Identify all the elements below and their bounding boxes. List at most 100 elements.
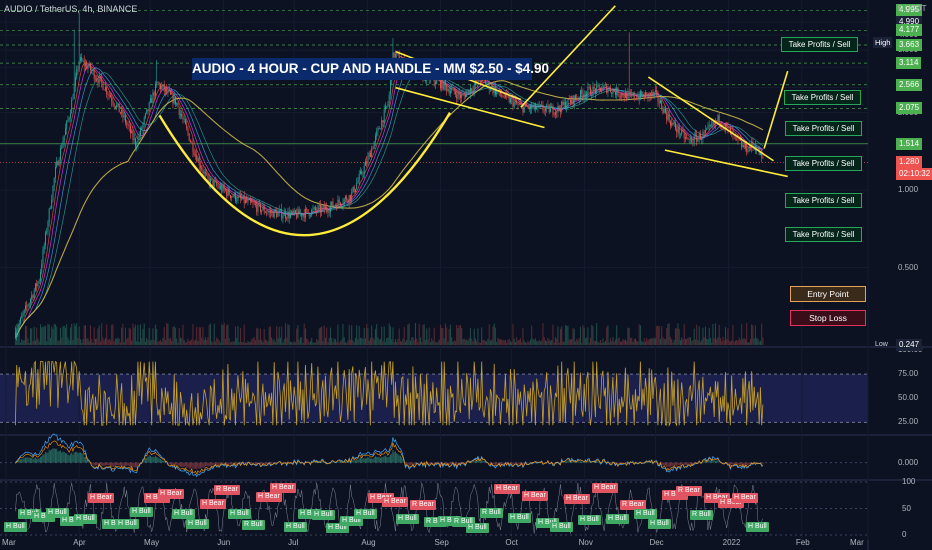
osc-bar bbox=[34, 457, 36, 463]
osc-bar bbox=[373, 457, 375, 463]
volume-bar bbox=[404, 341, 406, 345]
divergence-chip: H Bear bbox=[564, 494, 590, 505]
osc-bar bbox=[63, 451, 65, 463]
candle-body bbox=[393, 52, 395, 58]
osc-bar bbox=[358, 458, 360, 463]
candle-body bbox=[47, 222, 49, 232]
candle-body bbox=[254, 203, 256, 206]
volume-bar bbox=[398, 328, 400, 345]
divergence-chip: H Bull bbox=[172, 509, 195, 519]
volume-bar bbox=[106, 324, 108, 345]
volume-bar bbox=[734, 340, 736, 345]
volume-bar bbox=[274, 342, 276, 345]
divergence-chip: H Bear bbox=[592, 482, 618, 493]
volume-bar bbox=[652, 338, 654, 345]
volume-bar bbox=[276, 326, 278, 345]
osc-bar bbox=[151, 457, 153, 463]
candle-body bbox=[56, 161, 58, 167]
volume-bar bbox=[344, 342, 346, 345]
candle-body bbox=[152, 92, 154, 103]
volume-bar bbox=[722, 337, 724, 345]
candle-body bbox=[343, 198, 345, 204]
candle-body bbox=[162, 85, 164, 87]
osc-bar bbox=[56, 448, 58, 463]
volume-bar bbox=[256, 327, 258, 345]
volume-bar bbox=[207, 337, 209, 345]
osc-bar bbox=[79, 452, 81, 463]
volume-bar bbox=[411, 337, 413, 345]
volume-bar bbox=[253, 337, 255, 345]
osc-bar bbox=[402, 458, 404, 463]
volume-bar bbox=[199, 327, 201, 345]
volume-bar bbox=[568, 339, 570, 345]
candle-body bbox=[742, 144, 744, 148]
volume-bar bbox=[363, 327, 365, 345]
divergence-chip: H Bull bbox=[508, 512, 531, 523]
volume-bar bbox=[114, 338, 116, 345]
volume-bar bbox=[583, 327, 585, 345]
candle-body bbox=[694, 134, 696, 136]
candle-body bbox=[26, 305, 28, 307]
volume-bar bbox=[57, 340, 59, 345]
volume-bar bbox=[203, 339, 205, 345]
candle-body bbox=[657, 92, 659, 102]
candle-body bbox=[147, 109, 149, 111]
osc-bar bbox=[689, 462, 691, 465]
osc-bar bbox=[566, 461, 568, 463]
volume-bar bbox=[429, 342, 431, 345]
volume-bar bbox=[76, 323, 78, 345]
volume-bar bbox=[651, 338, 653, 345]
osc-bar bbox=[212, 462, 214, 466]
candle-body bbox=[113, 103, 115, 107]
volume-bar bbox=[377, 337, 379, 345]
month-tick-label: Jun bbox=[217, 538, 231, 547]
osc-bar bbox=[497, 462, 499, 464]
volume-bar bbox=[384, 342, 386, 345]
osc-bar bbox=[157, 457, 159, 463]
candle-body bbox=[273, 209, 275, 218]
volume-bar bbox=[424, 340, 426, 345]
volume-bar bbox=[667, 323, 669, 345]
volume-bar bbox=[757, 338, 759, 345]
osc-bar bbox=[122, 462, 124, 466]
candle-body bbox=[708, 124, 710, 127]
volume-bar bbox=[681, 337, 683, 345]
volume-bar bbox=[386, 338, 388, 345]
osc-bar bbox=[207, 462, 209, 467]
candle-body bbox=[314, 207, 316, 211]
volume-bar bbox=[414, 323, 416, 345]
candle-body bbox=[267, 212, 269, 213]
candle-body bbox=[38, 280, 40, 282]
volume-bar bbox=[284, 323, 286, 345]
volume-bar bbox=[362, 338, 364, 345]
volume-bar bbox=[394, 339, 396, 345]
candle-body bbox=[258, 202, 260, 204]
candle-body bbox=[102, 82, 104, 90]
div-tick-label: 100 bbox=[902, 477, 916, 486]
volume-bar bbox=[631, 337, 633, 345]
candle-body bbox=[451, 88, 453, 91]
osc-bar bbox=[413, 462, 415, 466]
candle-body bbox=[717, 115, 719, 122]
volume-bar bbox=[702, 327, 704, 345]
candle-body bbox=[559, 109, 561, 112]
candle-body bbox=[533, 103, 535, 107]
candle-body bbox=[589, 87, 591, 95]
osc-bar bbox=[668, 462, 670, 468]
volume-bar bbox=[323, 325, 325, 345]
volume-bar bbox=[638, 324, 640, 345]
candle-body bbox=[684, 136, 686, 139]
osc-bar bbox=[42, 454, 44, 463]
osc-bar bbox=[684, 462, 686, 465]
volume-bar bbox=[367, 328, 369, 345]
divergence-chip: H Bear bbox=[732, 493, 758, 504]
volume-bar bbox=[292, 342, 294, 345]
volume-bar bbox=[691, 341, 693, 345]
volume-bar bbox=[574, 341, 576, 345]
osc-bar bbox=[193, 462, 195, 469]
volume-bar bbox=[687, 337, 689, 345]
candle-body bbox=[321, 207, 323, 213]
candle-body bbox=[339, 202, 341, 205]
volume-bar bbox=[449, 324, 451, 345]
volume-bar bbox=[742, 338, 744, 345]
